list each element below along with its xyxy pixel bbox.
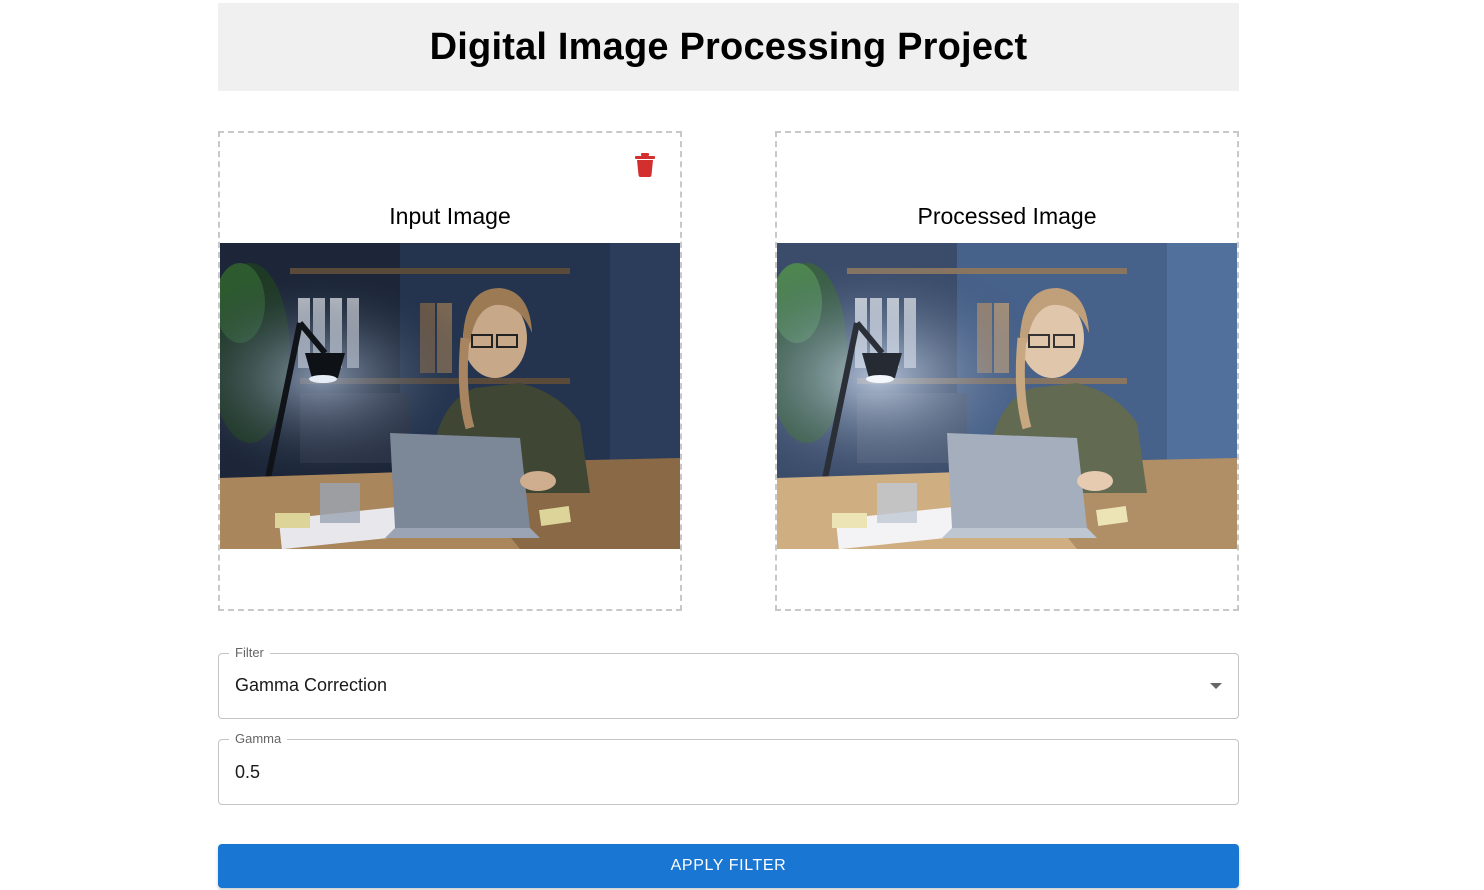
trash-icon[interactable] [635, 153, 655, 177]
chevron-down-icon[interactable] [1210, 683, 1222, 689]
gamma-input[interactable] [235, 754, 1215, 790]
processed-image [777, 243, 1237, 549]
input-image-panel[interactable]: Input Image [218, 131, 682, 611]
page: Digital Image Processing Project Input I… [0, 0, 1484, 890]
input-image-title: Input Image [389, 203, 511, 229]
filter-label: Filter [229, 645, 270, 661]
input-image [220, 243, 680, 549]
gamma-label: Gamma [229, 731, 288, 747]
filter-select[interactable]: Filter Gamma Correction [218, 645, 1239, 719]
processed-image-title: Processed Image [917, 203, 1097, 229]
page-title: Digital Image Processing Project [429, 25, 1028, 68]
processed-image-panel: Processed Image [775, 131, 1239, 611]
header: Digital Image Processing Project [218, 3, 1239, 91]
gamma-field: Gamma [218, 731, 1239, 805]
apply-filter-button[interactable]: APPLY FILTER [218, 844, 1239, 888]
filter-value: Gamma Correction [235, 675, 388, 695]
